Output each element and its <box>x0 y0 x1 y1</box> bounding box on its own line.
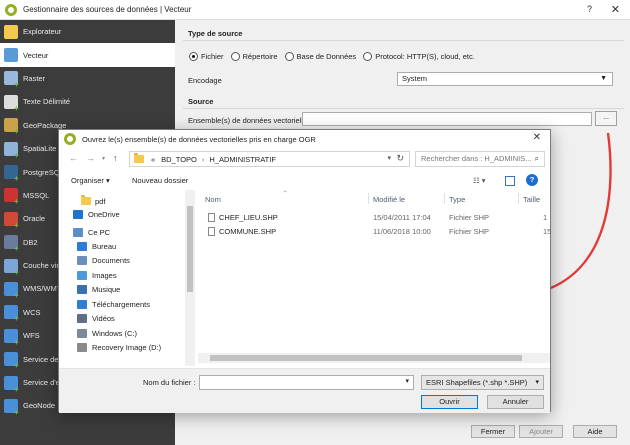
up-arrow-icon[interactable]: ↑ <box>113 153 118 163</box>
file-name: CHEF_LIEU.SHP <box>219 212 278 222</box>
folder-icon <box>134 153 144 163</box>
nav-item[interactable]: Musique <box>77 282 120 297</box>
file-modified: 11/06/2018 10:00 <box>373 227 431 236</box>
forward-arrow-icon[interactable]: → <box>86 153 95 163</box>
desktop-icon <box>77 241 87 251</box>
breadcrumb-overflow[interactable]: « <box>151 155 155 164</box>
nav-item[interactable]: Windows (C:) <box>77 326 137 341</box>
help-icon[interactable]: ? <box>526 174 538 186</box>
refresh-icon[interactable]: ↻ <box>396 153 404 164</box>
nav-item-label: Téléchargements <box>92 299 150 309</box>
dialog-toolbar: Organiser ▾ Nouveau dossier ☷ ▾ ? <box>59 173 550 189</box>
nav-item-label: Documents <box>92 255 130 265</box>
chevron-down-icon[interactable]: ▾ <box>387 154 391 162</box>
pc-icon <box>73 227 83 237</box>
column-divider[interactable] <box>518 193 519 204</box>
file-modified: 15/04/2011 17:04 <box>373 213 431 222</box>
file-list: Nom ⌃ Modifié le Type Taille CHEF_LIEU.S… <box>198 189 552 366</box>
nav-item-label: Recovery Image (D:) <box>92 342 162 352</box>
chevron-right-icon: › <box>201 154 205 164</box>
nav-item[interactable]: Images <box>77 268 117 283</box>
file-row[interactable]: COMMUNE.SHP <box>208 225 276 237</box>
nav-item[interactable]: Bureau <box>77 239 116 254</box>
nav-item-label: pdf <box>95 196 106 206</box>
nav-item[interactable]: Téléchargements <box>77 297 150 312</box>
column-modified[interactable]: Modifié le <box>373 195 405 204</box>
close-icon[interactable]: ✕ <box>533 132 541 143</box>
nav-item[interactable]: Ce PC <box>73 225 110 240</box>
cancel-button[interactable]: Annuler <box>487 395 544 409</box>
address-bar[interactable]: « BD_TOPO › H_ADMINISTRATIF ▾ ↻ <box>129 151 410 167</box>
column-type[interactable]: Type <box>449 195 465 204</box>
dialog-titlebar: Ouvrez le(s) ensemble(s) de données vect… <box>59 130 550 148</box>
dialog-title: Ouvrez le(s) ensemble(s) de données vect… <box>82 134 316 144</box>
organize-menu[interactable]: Organiser ▾ <box>71 176 110 185</box>
onedrive-icon <box>73 209 83 219</box>
back-arrow-icon[interactable]: ← <box>69 153 78 163</box>
navigation-pane: pdf OneDrive Ce PC Bureau Documents Images Mus… <box>61 190 197 366</box>
file-type: Fichier SHP <box>449 227 490 236</box>
nav-item-label: Vidéos <box>92 313 115 323</box>
images-icon <box>77 270 87 280</box>
column-divider[interactable] <box>368 193 369 204</box>
dialog-footer: Nom du fichier : ▾ ESRI Shapefiles (*.sh… <box>59 368 550 413</box>
nav-item-label: Bureau <box>92 241 117 251</box>
column-name[interactable]: Nom <box>205 195 221 204</box>
navigation-bar: ← → ▾ ↑ « BD_TOPO › H_ADMINISTRATIF ▾ ↻ … <box>59 150 550 168</box>
filename-label: Nom du fichier : <box>143 378 196 387</box>
file-size: 15 <box>543 227 552 236</box>
column-size[interactable]: Taille <box>523 195 540 204</box>
open-button[interactable]: Ouvrir <box>421 395 478 409</box>
preview-pane-icon[interactable] <box>505 176 515 186</box>
scrollbar-thumb[interactable] <box>187 206 193 292</box>
videos-icon <box>77 313 87 323</box>
file-row[interactable]: CHEF_LIEU.SHP <box>208 211 278 223</box>
folder-icon <box>81 195 91 206</box>
breadcrumb-bd-topo[interactable]: BD_TOPO <box>161 155 197 164</box>
sort-arrow-icon: ⌃ <box>282 189 289 198</box>
file-name: COMMUNE.SHP <box>219 226 277 236</box>
breadcrumb-h-administratif[interactable]: H_ADMINISTRATIF <box>209 155 276 164</box>
navigation-scrollbar[interactable] <box>185 190 195 366</box>
search-input[interactable]: Rechercher dans : H_ADMINIS... ⌕ <box>415 151 545 167</box>
drive-icon <box>77 328 87 338</box>
drive-icon <box>77 342 87 352</box>
filename-input[interactable]: ▾ <box>199 375 414 390</box>
search-icon: ⌕ <box>534 154 539 163</box>
qgis-logo-icon <box>64 133 76 145</box>
nav-item[interactable]: Recovery Image (D:) <box>77 340 161 355</box>
documents-icon <box>77 255 87 265</box>
nav-item-label: Ce PC <box>88 227 111 237</box>
music-icon <box>77 284 87 294</box>
column-divider[interactable] <box>444 193 445 204</box>
nav-item[interactable]: OneDrive <box>73 207 120 222</box>
file-type: Fichier SHP <box>449 213 490 222</box>
file-size: 1 <box>543 213 548 222</box>
nav-item-label: OneDrive <box>88 209 120 219</box>
file-icon <box>208 226 215 236</box>
nav-item-label: Windows (C:) <box>92 328 138 338</box>
new-folder-button[interactable]: Nouveau dossier <box>132 176 188 185</box>
search-placeholder: Rechercher dans : H_ADMINIS... <box>421 154 532 163</box>
recent-locations-icon[interactable]: ▾ <box>102 155 105 162</box>
downloads-icon <box>77 299 87 309</box>
nav-item[interactable]: Documents <box>77 253 130 268</box>
chevron-down-icon[interactable]: ▾ <box>405 377 409 385</box>
file-list-scrollbar[interactable] <box>198 353 550 363</box>
file-type-filter[interactable]: ESRI Shapefiles (*.shp *.SHP) ▾ <box>421 375 544 390</box>
open-file-dialog: Ouvrez le(s) ensemble(s) de données vect… <box>58 129 552 413</box>
file-icon <box>208 212 215 222</box>
filter-value: ESRI Shapefiles (*.shp *.SHP) <box>426 378 528 387</box>
nav-item[interactable]: Vidéos <box>77 311 115 326</box>
nav-item-label: Images <box>92 270 117 280</box>
chevron-down-icon: ▾ <box>535 379 539 386</box>
scrollbar-thumb[interactable] <box>210 355 522 361</box>
view-options-icon[interactable]: ☷ ▾ <box>473 176 486 185</box>
nav-item-label: Musique <box>92 284 121 294</box>
